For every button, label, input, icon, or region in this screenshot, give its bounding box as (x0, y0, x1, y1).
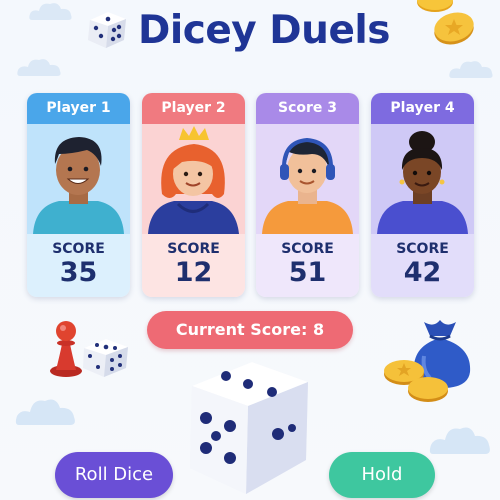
roll-dice-button[interactable]: Roll Dice (55, 452, 173, 498)
score-value: 51 (288, 257, 327, 288)
score-label: SCORE (281, 241, 334, 257)
player-card-2: Player 2 SCORE 12 (142, 93, 245, 297)
player-avatar (142, 124, 245, 234)
score-box: SCORE 12 (142, 234, 245, 297)
player-card-1: Player 1 SCORE 35 (27, 93, 130, 297)
player-card-4: Player 4 SCORE 42 (371, 93, 474, 297)
pawn-icon (50, 321, 82, 377)
player-name: Score 3 (256, 93, 359, 124)
hold-button[interactable]: Hold (329, 452, 435, 498)
score-value: 42 (403, 257, 442, 288)
player-avatar (256, 124, 359, 234)
score-box: SCORE 42 (371, 234, 474, 297)
current-score-badge: Current Score: 8 (147, 311, 353, 349)
player-avatar (27, 124, 130, 234)
player-name: Player 2 (142, 93, 245, 124)
score-label: SCORE (167, 241, 220, 257)
cloud-icon (429, 427, 490, 454)
dice-icon (88, 12, 126, 48)
coin-icon (434, 12, 474, 45)
cloud-icon (15, 399, 75, 425)
score-box: SCORE 35 (27, 234, 130, 297)
player-avatar (371, 124, 474, 234)
player-name: Player 4 (371, 93, 474, 124)
score-label: SCORE (52, 241, 105, 257)
game-title: Dicey Duels (138, 8, 390, 53)
score-value: 12 (174, 257, 213, 288)
player-card-3: Score 3 SCORE 51 (256, 93, 359, 297)
dice-icon (83, 339, 128, 377)
score-label: SCORE (396, 241, 449, 257)
score-box: SCORE 51 (256, 234, 359, 297)
score-value: 35 (59, 257, 98, 288)
dice-icon (190, 362, 308, 494)
crown-icon (179, 126, 209, 140)
player-name: Player 1 (27, 93, 130, 124)
coin-icon (408, 377, 448, 402)
